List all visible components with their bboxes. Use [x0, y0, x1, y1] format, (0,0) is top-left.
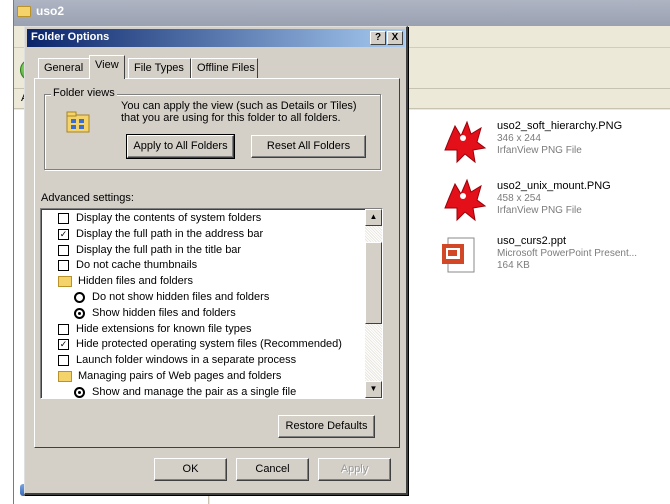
setting-label: Display the full path in the address bar	[76, 227, 264, 240]
checkbox-unchecked[interactable]	[58, 355, 69, 367]
file-name: uso2_unix_mount.PNG	[497, 180, 611, 192]
setting-label: Launch folder windows in a separate proc…	[76, 354, 297, 367]
scroll-up-button[interactable]: ▲	[365, 209, 382, 226]
explorer-title: uso2	[36, 4, 65, 18]
checkbox-checked[interactable]: ✓	[58, 228, 69, 240]
irfanview-png-icon	[444, 178, 487, 222]
explorer-title-bar[interactable]: uso2	[14, 0, 670, 26]
file-size: 164 KB	[497, 260, 530, 271]
setting-label: Hidden files and folders	[78, 275, 193, 288]
checkbox-checked[interactable]: ✓	[58, 339, 69, 351]
folder-icon	[58, 371, 72, 382]
advanced-settings-label: Advanced settings:	[41, 192, 134, 204]
setting-label: Hide extensions for known file types	[76, 322, 252, 335]
advanced-settings-list[interactable]: Display the contents of system folders ✓ D…	[40, 208, 383, 399]
file-type: IrfanView PNG File	[497, 145, 582, 156]
file-type: Microsoft PowerPoint Present...	[497, 248, 638, 259]
setting-label: Managing pairs of Web pages and folders	[78, 370, 282, 382]
setting-label: Do not cache thumbnails	[76, 259, 198, 272]
setting-label: Show hidden files and folders	[92, 306, 236, 319]
file-name: uso2_soft_hierarchy.PNG	[497, 120, 623, 132]
setting-label: Do not show hidden files and folders	[92, 291, 270, 303]
apply-button[interactable]: Apply	[318, 458, 391, 481]
radio-unselected[interactable]	[74, 292, 85, 303]
file-name: uso_curs2.ppt	[497, 235, 567, 247]
setting-label: Display the full path in the title bar	[76, 243, 242, 256]
tab-offline-files[interactable]: Offline Files	[191, 58, 258, 78]
scroll-thumb[interactable]	[365, 242, 382, 324]
restore-defaults-button[interactable]: Restore Defaults	[278, 415, 375, 438]
setting-label: Display the contents of system folders	[76, 212, 262, 224]
file-dimensions: 346 x 244	[497, 133, 541, 144]
radio-selected[interactable]	[74, 307, 85, 319]
folder-icon	[17, 6, 31, 17]
reset-all-folders-button[interactable]: Reset All Folders	[251, 135, 366, 158]
checkbox-unchecked[interactable]	[58, 260, 69, 272]
setting-label: Show and manage the pair as a single fil…	[92, 385, 297, 398]
help-button[interactable]: ?	[370, 31, 386, 45]
powerpoint-file-icon	[442, 237, 475, 273]
tab-file-types[interactable]: File Types	[128, 58, 191, 78]
checkbox-unchecked[interactable]	[58, 213, 69, 224]
folder-views-description: You can apply the view (such as Details …	[121, 100, 357, 124]
tab-general[interactable]: General	[38, 58, 90, 78]
file-type: IrfanView PNG File	[497, 205, 582, 216]
dialog-title-bar[interactable]: Folder Options ? X	[27, 29, 405, 47]
folder-options-dialog: Folder Options ? X General View File Typ…	[24, 26, 408, 495]
apply-to-all-folders-button[interactable]: Apply to All Folders	[126, 134, 235, 159]
ok-button[interactable]: OK	[154, 458, 227, 481]
advanced-settings-scrollbar[interactable]: ▲ ▼	[365, 209, 382, 398]
file-dimensions: 458 x 254	[497, 193, 541, 204]
folder-icon	[58, 276, 72, 288]
close-button[interactable]: X	[387, 31, 403, 45]
checkbox-unchecked[interactable]	[58, 323, 69, 335]
radio-selected[interactable]	[74, 386, 85, 398]
setting-label: Hide protected operating system files (R…	[76, 338, 342, 351]
cancel-button[interactable]: Cancel	[236, 458, 309, 481]
dialog-title: Folder Options	[31, 31, 110, 43]
checkbox-unchecked[interactable]	[58, 244, 69, 256]
irfanview-png-icon	[444, 120, 487, 164]
scroll-down-button[interactable]: ▼	[365, 381, 382, 398]
tab-view[interactable]: View	[89, 55, 125, 79]
folder-views-icon	[66, 111, 90, 133]
folder-views-label: Folder views	[51, 87, 117, 99]
